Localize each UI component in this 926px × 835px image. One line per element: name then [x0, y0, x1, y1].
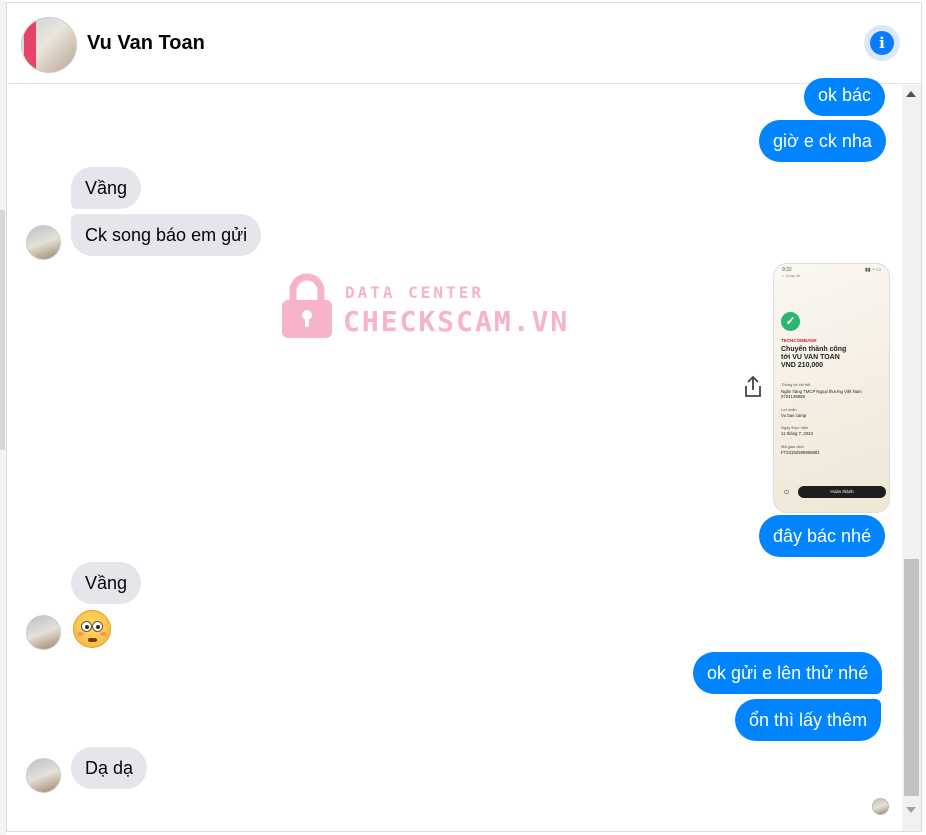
signal-icon: ▮▮ ◔ ▭ — [864, 267, 881, 273]
power-icon: ⏻ — [784, 490, 789, 496]
receipt-bank: TECHCOMBANK — [781, 338, 817, 343]
receipt-recipient-label: Thông tin chi tiết — [781, 382, 811, 387]
message-bubble-outgoing[interactable]: giờ e ck nha — [759, 120, 886, 162]
message-bubble-incoming[interactable]: Vầng — [71, 167, 142, 209]
receipt-txn-label: Mã giao dịch — [781, 444, 804, 449]
sender-avatar[interactable] — [26, 225, 61, 260]
message-bubble-incoming[interactable]: Vầng — [71, 562, 142, 604]
message-bubble-outgoing[interactable]: ok gửi e lên thử nhé — [693, 652, 883, 694]
message-bubble-outgoing[interactable]: ok bác — [804, 78, 886, 116]
message-bubble-outgoing[interactable]: ổn thì lấy thêm — [735, 699, 882, 741]
receipt-message-label: Lời nhắn — [781, 407, 797, 412]
receipt-date-label: Ngày thực hiện — [781, 425, 809, 430]
message-bubble-incoming[interactable]: Dạ dạ — [71, 747, 148, 789]
lock-icon — [282, 273, 332, 338]
sender-avatar[interactable] — [26, 758, 61, 793]
receipt-done-button: Hoàn thành — [798, 486, 886, 498]
info-button[interactable]: i — [864, 25, 900, 61]
message-bubble-incoming[interactable]: Ck song báo em gửi — [71, 214, 262, 256]
receipt-date-value: 11 tháng 7, 2023 — [781, 431, 813, 436]
chat-window: Vu Van Toan i ok bác giờ e ck nha Vầng C… — [6, 2, 922, 832]
scroll-thumb[interactable] — [904, 559, 919, 796]
receipt-recipient-account: 0724135959 — [781, 394, 805, 399]
receipt-txn-value: FT23192599968881 — [781, 450, 820, 455]
watermark-line1: DATA CENTER — [345, 283, 484, 302]
watermark: DATA CENTER CHECKSCAM.VN — [279, 273, 589, 343]
info-icon: i — [870, 31, 894, 55]
receipt-back: < Quay lại — [782, 273, 801, 278]
contact-avatar[interactable] — [21, 17, 77, 73]
left-scroll-bar — [0, 210, 5, 450]
message-bubble-outgoing[interactable]: đây bác nhé — [759, 515, 886, 557]
watermark-line2: CHECKSCAM.VN — [343, 305, 570, 338]
transfer-receipt-image[interactable]: 9:32 ▮▮ ◔ ▭ < Quay lại ✓ TECHCOMBANK Chu… — [773, 263, 890, 513]
success-check-icon: ✓ — [781, 312, 800, 331]
receipt-message-value: Vu ban camp — [781, 413, 807, 418]
sender-avatar[interactable] — [26, 615, 61, 650]
message-thread: ok bác giờ e ck nha Vầng Ck song báo em … — [7, 78, 921, 831]
scroll-down-icon[interactable] — [906, 807, 916, 813]
scrollbar[interactable] — [902, 85, 921, 831]
contact-name[interactable]: Vu Van Toan — [87, 32, 205, 55]
scroll-up-icon[interactable] — [906, 91, 916, 97]
seen-indicator-avatar — [872, 798, 889, 815]
share-icon[interactable] — [742, 375, 764, 399]
chat-header: Vu Van Toan i — [7, 3, 921, 84]
flushed-face-emoji[interactable] — [73, 610, 111, 648]
receipt-title: Chuyển thành công tới VU VAN TOAN VND 21… — [781, 346, 847, 369]
